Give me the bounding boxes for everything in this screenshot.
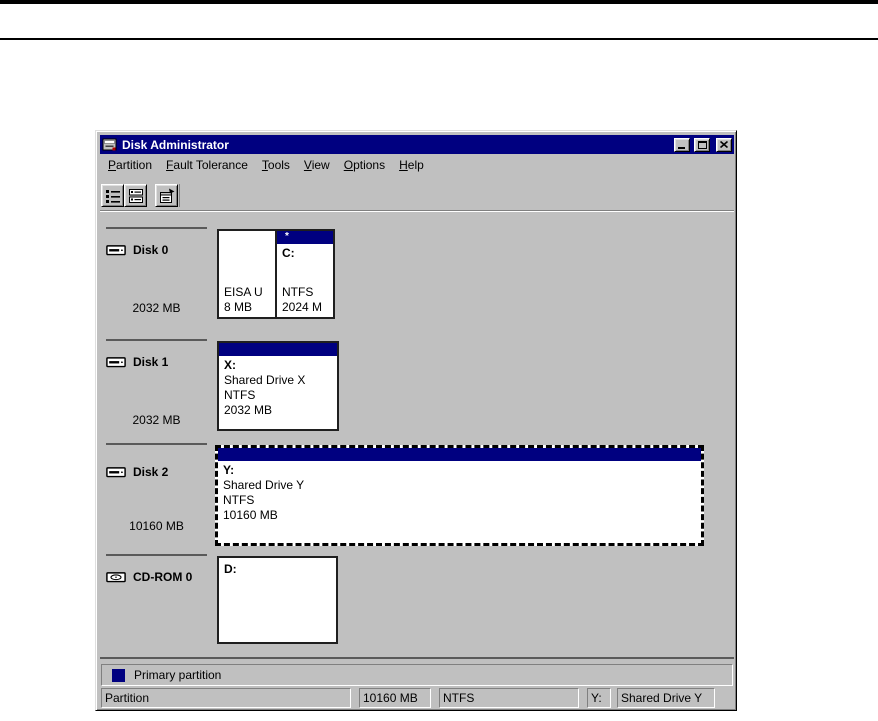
toolbar-separator <box>179 184 180 207</box>
menu-view[interactable]: View <box>297 156 337 174</box>
maximize-icon <box>698 141 707 149</box>
partition-drive-letter: D: <box>224 562 237 576</box>
partition-volume: Shared Drive X <box>224 373 337 388</box>
partition-filesystem: NTFS <box>223 493 701 508</box>
properties-icon <box>159 188 175 204</box>
disk-name: Disk 0 <box>133 243 168 257</box>
minimize-button[interactable] <box>674 138 690 152</box>
hard-disk-icon <box>106 356 126 368</box>
cdrom-row: CD-ROM 0 D: <box>100 556 734 644</box>
partition-filesystem: NTFS <box>224 388 337 403</box>
partition-size: 8 MB <box>224 300 275 315</box>
menu-tools[interactable]: Tools <box>255 156 297 174</box>
disk-list: Disk 0 2032 MB EISA U 8 MB * C: <box>100 212 734 657</box>
disk-administrator-app-icon <box>102 138 118 152</box>
partition-drive-letter: C: <box>282 246 295 260</box>
status-drive-letter: Y: <box>587 688 611 708</box>
partition-filesystem: NTFS <box>282 285 333 300</box>
close-icon <box>720 141 728 148</box>
primary-partition-band <box>219 343 337 356</box>
disk-row-2: Disk 2 10160 MB Y: Shared Drive Y NTFS 1… <box>100 445 734 546</box>
menu-partition[interactable]: Partition <box>101 156 159 174</box>
page-top-bar <box>0 0 878 4</box>
primary-partition-band: * <box>277 231 333 244</box>
maximize-button[interactable] <box>694 138 710 152</box>
disk-view-button[interactable] <box>101 184 124 207</box>
menu-help[interactable]: Help <box>392 156 431 174</box>
partition-size: 10160 MB <box>223 508 701 523</box>
partition-d[interactable]: D: <box>217 556 338 644</box>
hard-disk-icon <box>106 466 126 478</box>
disk-name: Disk 1 <box>133 355 168 369</box>
disk-size: 10160 MB <box>106 519 207 533</box>
document-page: Disk Administrator Partition Fault Toler… <box>0 0 878 721</box>
client-bottom-divider <box>100 657 734 659</box>
partition-drive-letter: Y: <box>223 463 234 477</box>
legend-bar: Primary partition <box>101 664 733 686</box>
disk-name: CD-ROM 0 <box>133 570 192 584</box>
partition-volume: EISA U <box>224 285 275 300</box>
disk-view-icon <box>105 188 121 204</box>
toolbar <box>100 175 734 212</box>
partition-eisa[interactable]: EISA U 8 MB <box>217 229 277 319</box>
partition-x[interactable]: X: Shared Drive X NTFS 2032 MB <box>217 341 339 431</box>
page-horizontal-rule <box>0 38 878 40</box>
partition-size: 2024 M <box>282 300 333 315</box>
menubar: Partition Fault Tolerance Tools View Opt… <box>100 154 734 175</box>
volumes-view-button[interactable] <box>124 184 147 207</box>
primary-partition-swatch <box>112 669 125 682</box>
titlebar[interactable]: Disk Administrator <box>100 135 734 154</box>
partition-c[interactable]: * C: NTFS 2024 M <box>275 229 335 319</box>
menu-options[interactable]: Options <box>337 156 392 174</box>
cdrom-icon <box>106 571 126 583</box>
properties-button[interactable] <box>155 184 178 207</box>
partition-volume: Shared Drive Y <box>223 478 701 493</box>
status-object-type: Partition <box>101 688 351 708</box>
disk-size: 2032 MB <box>106 301 207 315</box>
partition-y-selected[interactable]: Y: Shared Drive Y NTFS 10160 MB <box>215 445 704 546</box>
volumes-view-icon <box>128 188 144 204</box>
disk-size: 2032 MB <box>106 413 207 427</box>
status-volume-label: Shared Drive Y <box>617 688 715 708</box>
status-filesystem: NTFS <box>439 688 579 708</box>
partition-drive-letter: X: <box>224 358 236 372</box>
partition-size: 2032 MB <box>224 403 337 418</box>
primary-partition-band <box>218 448 701 461</box>
disk-row-0: Disk 0 2032 MB EISA U 8 MB * C: <box>100 229 734 319</box>
menu-fault-tolerance[interactable]: Fault Tolerance <box>159 156 255 174</box>
close-button[interactable] <box>716 138 732 152</box>
disk-row-1: Disk 1 2032 MB X: Shared Drive X NTFS 20… <box>100 341 734 431</box>
disk-name: Disk 2 <box>133 465 168 479</box>
hard-disk-icon <box>106 244 126 256</box>
status-size: 10160 MB <box>359 688 431 708</box>
disk-administrator-window: Disk Administrator Partition Fault Toler… <box>95 130 737 711</box>
window-title: Disk Administrator <box>122 137 670 152</box>
minimize-icon <box>678 147 685 149</box>
legend-label: Primary partition <box>134 668 221 682</box>
